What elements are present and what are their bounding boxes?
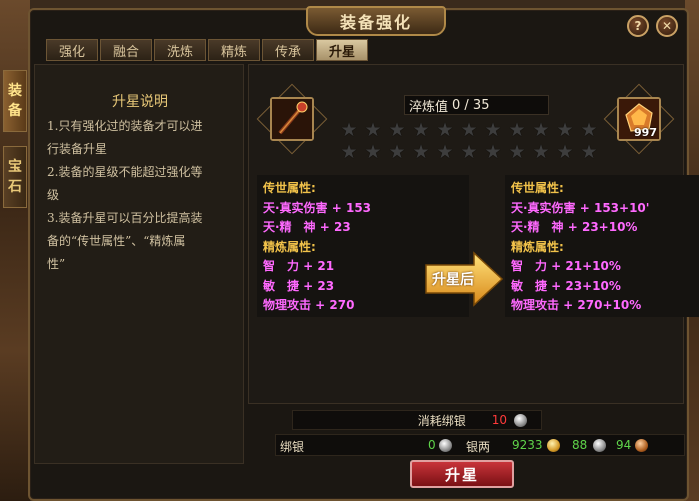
equipment-window: 装备强化 ? ✕ 强化 融合 洗炼 精炼 传承 升星 装 备 宝 石 升星说明 … <box>3 6 699 501</box>
staff-icon <box>272 99 312 139</box>
star-icon: ★ <box>412 119 430 141</box>
star-icon: ★ <box>508 119 526 141</box>
bound-silver-coin-icon <box>439 439 452 452</box>
close-icon[interactable]: ✕ <box>656 15 678 37</box>
star-icon: ★ <box>388 141 406 163</box>
attribute-line: 天·精 神 + 23 <box>263 220 351 234</box>
description-text: 1.只有强化过的装备才可以进 行装备升星 2.装备的星级不能超过强化等 级 3.… <box>47 115 237 276</box>
after-attributes: 传世属性: 天·真实伤害 + 153+10' 天·精 神 + 23+10% 精炼属性:… <box>505 175 699 317</box>
star-icon: ★ <box>364 119 382 141</box>
star-up-panel: 淬炼值 0 / 35 ★ ★ ★ ★ ★ ★ ★ ★ ★ ★ ★ ★ ★ ★ ★ ★ ★ ★ ★ ★ ★ ★ 997 传世… <box>248 64 699 404</box>
star-icon: ★ <box>460 141 478 163</box>
description-panel: 升星说明 1.只有强化过的装备才可以进 行装备升星 2.装备的星级不能超过强化等… <box>34 64 244 464</box>
star-grid: ★ ★ ★ ★ ★ ★ ★ ★ ★ ★ ★ ★ ★ ★ ★ ★ ★ ★ ★ ★ ★ ★ <box>339 120 599 162</box>
refine-progress-value: 0 / 35 <box>452 97 490 113</box>
side-tab-equipment-char2: 备 <box>8 103 22 119</box>
material-slot[interactable]: 997 <box>617 97 661 141</box>
material-count: 997 <box>634 126 657 139</box>
star-icon: ★ <box>388 119 406 141</box>
bound-silver-value: 0 <box>428 438 436 452</box>
bound-silver-label: 绑银 <box>280 440 305 454</box>
star-icon: ★ <box>436 141 454 163</box>
star-icon: ★ <box>484 141 502 163</box>
attribute-heading: 传世属性: <box>263 181 316 195</box>
attribute-line: 物理攻击 + 270+10% <box>511 298 642 312</box>
description-line: 备的“传世属性”、“精炼属 <box>47 234 186 248</box>
star-icon: ★ <box>340 141 358 163</box>
attribute-line: 天·真实伤害 + 153 <box>263 200 372 215</box>
side-tab-gem[interactable]: 宝 石 <box>3 146 27 208</box>
tab-strengthen[interactable]: 强化 <box>46 39 98 61</box>
description-line: 2.装备的星级不能超过强化等 <box>47 165 203 179</box>
description-line: 级 <box>47 188 60 202</box>
description-line: 3.装备升星可以百分比提高装 <box>47 211 203 225</box>
attribute-line: 天·精 神 + 23+10% <box>511 220 638 234</box>
gold-coin-icon <box>547 439 560 452</box>
description-line: 1.只有强化过的装备才可以进 <box>47 119 203 133</box>
star-icon: ★ <box>508 141 526 163</box>
star-icon: ★ <box>460 119 478 141</box>
copper-value: 94 <box>616 438 632 452</box>
star-icon: ★ <box>532 119 550 141</box>
cost-bar: 消耗绑银 10 <box>292 410 542 430</box>
attribute-line: 敏 捷 + 23+10% <box>511 278 621 293</box>
refine-progress: 淬炼值 0 / 35 <box>404 95 549 115</box>
gold-value: 9233 <box>512 438 543 452</box>
refine-progress-label: 淬炼值 <box>409 99 449 115</box>
tab-inherit[interactable]: 传承 <box>262 39 314 61</box>
tab-star-up[interactable]: 升星 <box>316 39 368 61</box>
tab-refine[interactable]: 精炼 <box>208 39 260 61</box>
attribute-line: 智 力 + 21+10% <box>511 259 621 273</box>
window-title: 装备强化 <box>306 6 446 36</box>
arrow-after: 升星后 <box>424 251 504 307</box>
tab-fusion[interactable]: 融合 <box>100 39 152 61</box>
description-title: 升星说明 <box>112 94 168 110</box>
side-tab-gem-char2: 石 <box>8 179 22 195</box>
star-icon: ★ <box>556 141 574 163</box>
silver-coin-icon <box>593 439 606 452</box>
weapon-slot[interactable] <box>270 97 314 141</box>
cost-value: 10 <box>491 413 507 427</box>
star-icon: ★ <box>436 119 454 141</box>
star-icon: ★ <box>364 141 382 163</box>
tab-bar: 强化 融合 洗炼 精炼 传承 升星 <box>46 39 368 61</box>
money-bar: 绑银 0 银两 9233 88 94 <box>275 434 685 456</box>
side-tab-gem-char1: 宝 <box>8 159 22 175</box>
attribute-heading: 精炼属性: <box>511 239 564 254</box>
help-icon[interactable]: ? <box>627 15 649 37</box>
bound-silver-icon <box>514 413 527 427</box>
arrow-label: 升星后 <box>432 272 474 288</box>
description-line: 性” <box>47 257 66 271</box>
star-icon: ★ <box>580 141 598 163</box>
cost-label: 消耗绑银 <box>417 413 466 428</box>
silver-label: 银两 <box>466 440 491 454</box>
star-icon: ★ <box>532 141 550 163</box>
attribute-heading: 传世属性: <box>511 181 564 195</box>
side-tab-equipment-char1: 装 <box>8 83 22 99</box>
description-line: 行装备升星 <box>47 142 108 156</box>
star-icon: ★ <box>412 141 430 163</box>
copper-coin-icon <box>635 439 648 452</box>
tab-reroll[interactable]: 洗炼 <box>154 39 206 61</box>
star-icon: ★ <box>556 119 574 141</box>
star-icon: ★ <box>484 119 502 141</box>
side-tab-equipment[interactable]: 装 备 <box>3 70 27 132</box>
attribute-line: 天·真实伤害 + 153+10' <box>511 200 650 215</box>
star-icon: ★ <box>340 119 358 141</box>
star-up-button[interactable]: 升星 <box>410 460 514 488</box>
star-icon: ★ <box>580 119 598 141</box>
silver-value: 88 <box>572 438 588 452</box>
